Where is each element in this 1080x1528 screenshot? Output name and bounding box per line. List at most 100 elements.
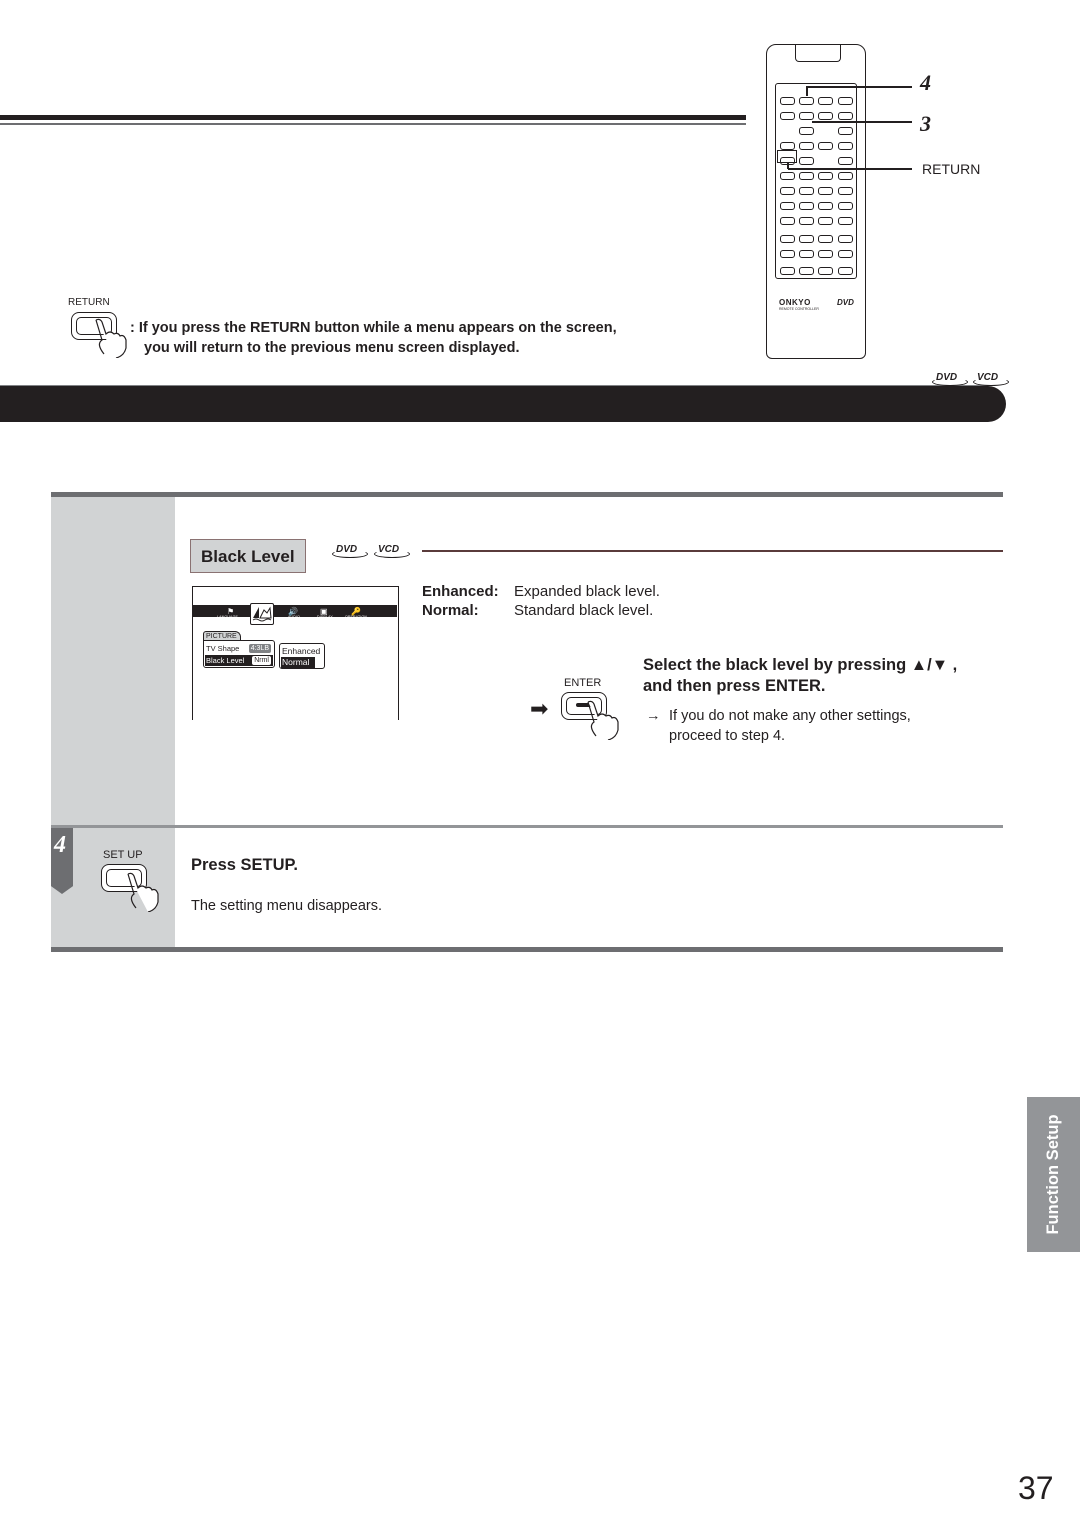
disc-oval-icon [973, 378, 1009, 386]
remote-button [818, 172, 833, 180]
pressing-hand-icon [95, 318, 127, 358]
remote-button [799, 217, 814, 225]
callout-bracket-return [787, 162, 789, 169]
remote-button [818, 217, 833, 225]
return-note-line2: you will return to the previous menu scr… [144, 340, 520, 356]
section-vcd-tag: VCD [374, 544, 410, 558]
section-dvd-tag: DVD [332, 544, 368, 558]
option-desc-enhanced: Expanded black level. [514, 583, 660, 600]
option-term-enhanced: Enhanced: [422, 583, 499, 600]
osd-screen-illustration: ⚑ LANGUAGE 🔊 AUDIO ▣ DISPLAY 🔑 OPERATION… [192, 586, 399, 720]
remote-button [780, 250, 795, 258]
osd-row-label: Black Level [206, 656, 245, 665]
remote-button [838, 187, 853, 195]
step3-heading-line1: Select the black level by pressing ▲/▼ , [643, 656, 958, 674]
remote-button [780, 202, 795, 210]
remote-button [780, 172, 795, 180]
header-rule-thick [0, 115, 746, 120]
osd-option-normal: Normal [281, 657, 315, 668]
remote-button [799, 142, 814, 150]
remote-control-illustration: ONKYO REMOTE CONTROLLER DVD [766, 44, 866, 359]
remote-button [799, 187, 814, 195]
osd-row-value: 4:3LB [248, 644, 271, 653]
step4-heading: Press SETUP. [191, 856, 299, 874]
black-level-heading: Black Level [190, 539, 306, 573]
remote-button [818, 267, 833, 275]
disc-oval-icon [374, 550, 410, 558]
remote-button [780, 142, 795, 150]
return-button-label: RETURN [68, 297, 110, 308]
arrow-right-icon: ➡ [530, 696, 549, 721]
remote-button [780, 97, 795, 105]
remote-button [818, 202, 833, 210]
header-rule-thin [0, 123, 746, 125]
remote-button [799, 267, 814, 275]
osd-row-label: TV Shape [206, 644, 240, 653]
steps-bottom-rule [51, 947, 1003, 952]
remote-button [780, 217, 795, 225]
step3-heading-line2: and then press ENTER. [643, 677, 826, 695]
remote-button [799, 172, 814, 180]
remote-button [799, 235, 814, 243]
steps-top-rule [51, 492, 1003, 497]
step3-note-line2: proceed to step 4. [669, 728, 786, 744]
remote-button [838, 172, 853, 180]
remote-button [838, 235, 853, 243]
side-tab-label: Function Setup [1044, 1114, 1062, 1235]
osd-menu-bar: ⚑ LANGUAGE 🔊 AUDIO ▣ DISPLAY 🔑 OPERATION [193, 605, 397, 619]
page-number: 37 [1018, 1470, 1054, 1506]
callout-line-3 [812, 121, 912, 123]
remote-brand-subtitle: REMOTE CONTROLLER [779, 307, 819, 311]
audio-icon-label: AUDIO [288, 615, 301, 619]
remote-button [799, 112, 814, 120]
remote-brand-logo: ONKYO [779, 298, 811, 307]
callout-line-return [788, 168, 912, 170]
banner-dvd-tag: DVD [932, 372, 968, 386]
disc-oval-icon [332, 550, 368, 558]
remote-button [799, 97, 814, 105]
remote-button [838, 202, 853, 210]
osd-row-tv-shape: TV Shape 4:3LB [205, 643, 273, 654]
remote-button [838, 112, 853, 120]
remote-button [838, 97, 853, 105]
black-level-rule [422, 550, 1003, 552]
osd-picture-icon-selected [250, 603, 274, 625]
callout-line-4 [808, 86, 912, 88]
remote-button [838, 157, 853, 165]
section-banner [0, 386, 1006, 422]
return-note-line1: : If you press the RETURN button while a… [130, 320, 617, 336]
remote-button [780, 267, 795, 275]
osd-option-enhanced: Enhanced [282, 646, 321, 656]
callout-bracket-4 [806, 86, 808, 96]
remote-button [838, 267, 853, 275]
remote-button [780, 235, 795, 243]
remote-button [838, 250, 853, 258]
step3-note-arrow: → [646, 708, 661, 724]
callout-step-3: 3 [920, 111, 931, 136]
remote-button [799, 202, 814, 210]
remote-dvd-logo: DVD [837, 298, 854, 307]
osd-row-value: Nrml [252, 656, 271, 665]
remote-button [780, 112, 795, 120]
section-side-tab: Function Setup [1027, 1097, 1080, 1252]
disc-oval-icon [932, 378, 968, 386]
step4-body: The setting menu disappears. [191, 898, 383, 914]
option-term-normal: Normal: [422, 602, 479, 619]
picture-icon [252, 606, 272, 622]
language-icon-label: LANGUAGE [217, 615, 239, 619]
steps-divider [51, 825, 1003, 828]
enter-button-label: ENTER [564, 677, 602, 689]
remote-button [799, 250, 814, 258]
pressing-hand-icon [127, 872, 159, 912]
remote-button [818, 112, 833, 120]
operation-icon-label: OPERATION [345, 615, 368, 619]
remote-button [818, 250, 833, 258]
display-icon-label: DISPLAY [317, 615, 333, 619]
osd-settings-panel: TV Shape 4:3LB Black Level Nrml [203, 640, 275, 668]
remote-ir-window [795, 44, 841, 62]
remote-button [818, 235, 833, 243]
osd-row-black-level: Black Level Nrml [205, 655, 273, 666]
remote-button [780, 187, 795, 195]
option-desc-normal: Standard black level. [514, 602, 654, 619]
callout-return-label: RETURN [922, 161, 981, 177]
